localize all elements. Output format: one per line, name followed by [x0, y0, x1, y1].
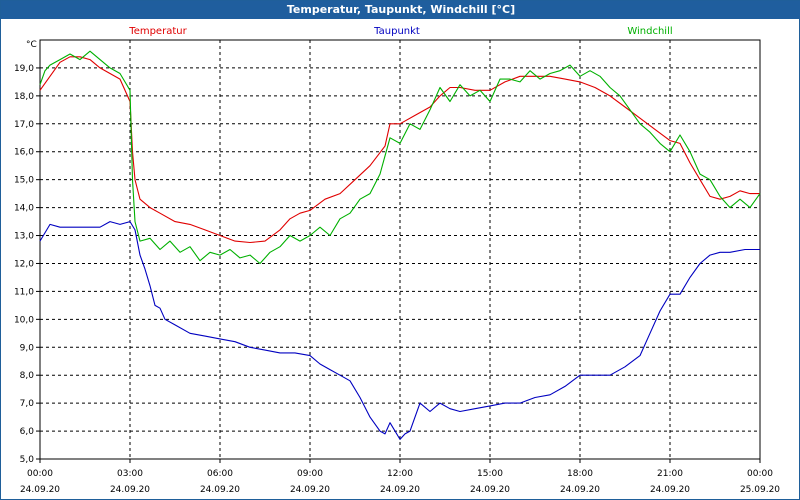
y-tick-label: 7,0: [20, 399, 35, 409]
y-tick-label: 9,0: [20, 343, 35, 353]
x-tick-time: 15:00: [477, 469, 503, 479]
legend-windchill: Windchill: [627, 26, 672, 37]
x-tick-date: 24.09.20: [110, 485, 150, 495]
x-tick-time: 18:00: [567, 469, 593, 479]
x-tick-time: 09:00: [297, 469, 323, 479]
legend-temperatur: Temperatur: [128, 26, 187, 37]
chart-legend: Temperatur Taupunkt Windchill: [128, 26, 672, 37]
y-tick-label: 8,0: [20, 371, 35, 381]
x-tick-time: 06:00: [207, 469, 233, 479]
y-tick-label: 19,0: [14, 64, 34, 74]
chart-ticks: 5,0 6,0 7,0 8,0 9,0 10,0 11,0 12,0 13,0 14,0 15,0 1…: [14, 40, 780, 495]
y-tick-label: 12,0: [14, 259, 34, 269]
y-tick-label: 16,0: [14, 148, 34, 158]
x-tick-date: 24.09.20: [200, 485, 240, 495]
x-tick-date: 24.09.20: [470, 485, 510, 495]
x-tick-time: 21:00: [657, 469, 683, 479]
legend-taupunkt: Taupunkt: [373, 26, 420, 37]
x-tick-time: 00:00: [747, 469, 773, 479]
y-tick-label: 18,0: [14, 92, 34, 102]
x-tick-time: 03:00: [117, 469, 143, 479]
x-tick-time: 00:00: [27, 469, 53, 479]
x-tick-date: 24.09.20: [650, 485, 690, 495]
x-tick-date: 25.09.20: [740, 485, 780, 495]
x-tick-date: 24.09.20: [20, 485, 60, 495]
y-axis-unit-label: °C: [26, 40, 37, 50]
y-tick-label: 11,0: [14, 287, 34, 297]
x-tick-date: 24.09.20: [560, 485, 600, 495]
x-tick-date: 24.09.20: [290, 485, 330, 495]
chart-canvas: 5,0 6,0 7,0 8,0 9,0 10,0 11,0 12,0 13,0 14,0 15,0 1…: [14, 26, 780, 495]
y-tick-label: 13,0: [14, 232, 34, 242]
y-tick-label: 6,0: [20, 427, 35, 437]
y-tick-label: 5,0: [20, 455, 35, 465]
x-tick-time: 12:00: [387, 469, 413, 479]
y-tick-label: 17,0: [14, 120, 34, 130]
y-tick-label: 15,0: [14, 176, 34, 186]
chart-grid: [40, 40, 760, 459]
x-tick-date: 24.09.20: [380, 485, 420, 495]
y-tick-label: 14,0: [14, 204, 34, 214]
y-tick-label: 10,0: [14, 315, 34, 325]
